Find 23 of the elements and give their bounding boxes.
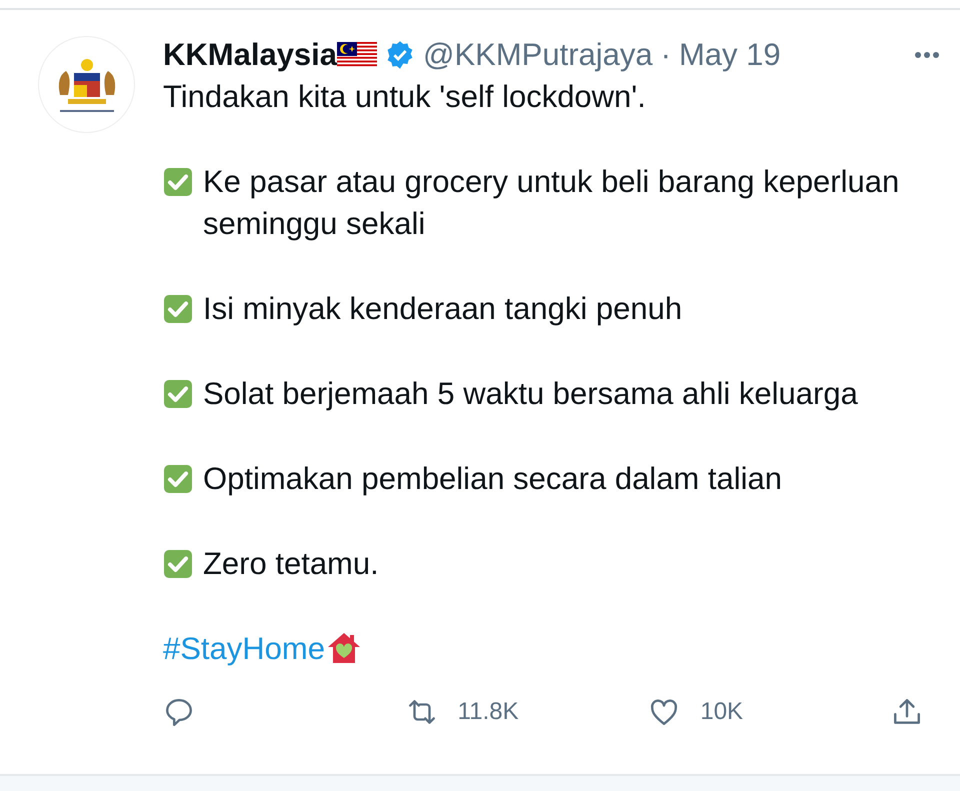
check-mark-icon (163, 464, 193, 494)
flag-icon (337, 42, 378, 68)
house-heart-icon (326, 631, 361, 665)
tweet-text: Tindakan kita untuk 'self lockdown'. (163, 78, 647, 116)
check-mark-icon (163, 167, 193, 197)
like-count: 10K (700, 697, 744, 727)
retweet-count: 11.8K (458, 697, 519, 727)
more-options-icon[interactable] (914, 51, 940, 59)
list-item-text: Ke pasar atau grocery untuk beli barang keperluan seminggu sekali (203, 163, 900, 243)
list-item-text: Optimakan pembelian secara dalam talian (203, 460, 782, 498)
list-item-text: Solat berjemaah 5 waktu bersama ahli keluarga (203, 375, 858, 413)
list-item-text: Zero tetamu. (203, 545, 379, 583)
tweet-date[interactable]: May 19 (678, 36, 781, 74)
avatar[interactable] (38, 36, 135, 133)
account-name[interactable]: KKMalaysia (163, 36, 338, 74)
reply-icon[interactable] (163, 697, 195, 727)
check-mark-icon (163, 379, 193, 409)
account-handle[interactable]: @KKMPutrajaya (423, 36, 653, 74)
check-mark-icon (163, 549, 193, 579)
separator-dot: · (660, 36, 671, 74)
list-item-text: Isi minyak kenderaan tangki penuh (203, 290, 682, 328)
check-mark-icon (163, 294, 193, 324)
hashtag-link[interactable]: #StayHome (163, 631, 325, 666)
